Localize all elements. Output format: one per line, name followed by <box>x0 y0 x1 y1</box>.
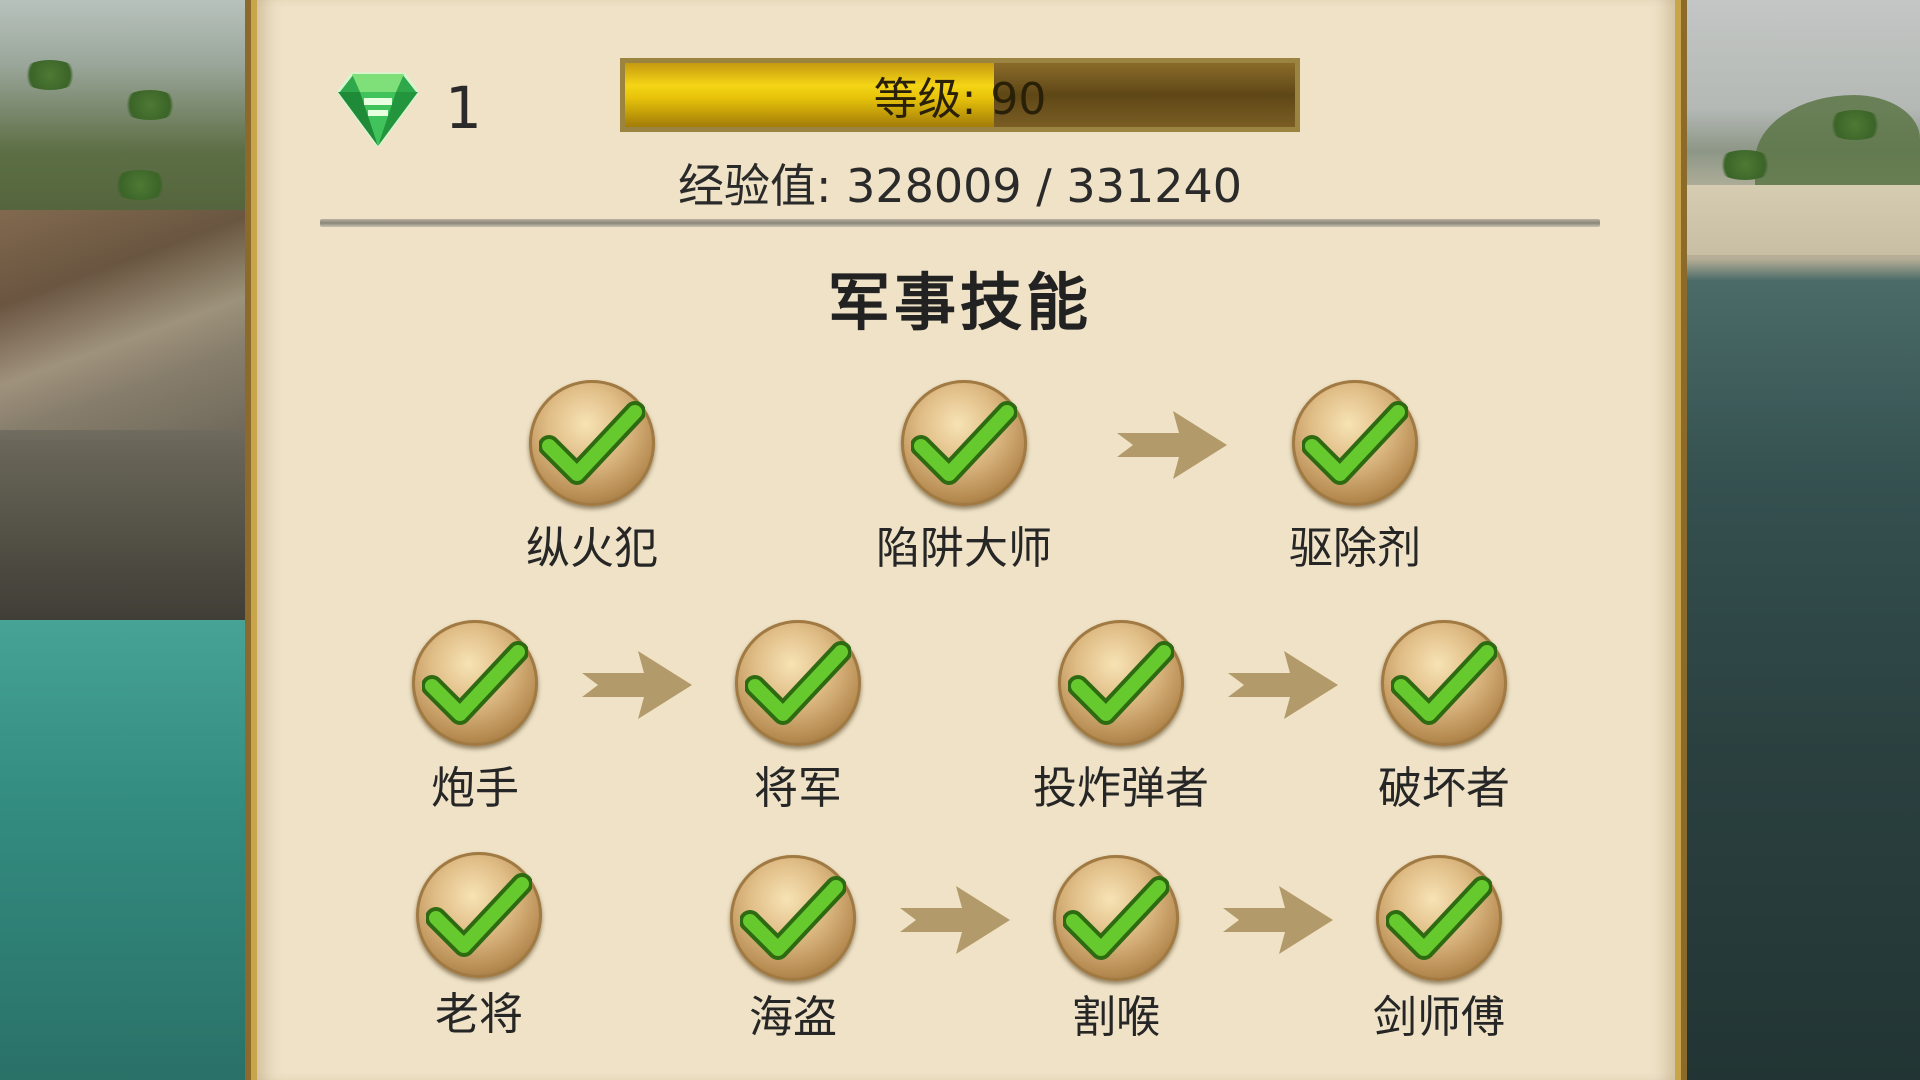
skill-label: 驱除剂 <box>1289 523 1421 574</box>
palm-tree <box>120 90 180 120</box>
level-label: 等级: 90 <box>873 74 1047 125</box>
skill-gunner[interactable]: 炮手 <box>385 620 565 820</box>
skill-general[interactable]: 将军 <box>708 620 888 820</box>
level-progress-bar: 等级: 90 <box>620 58 1300 132</box>
skill-veteran[interactable]: 老将 <box>389 852 569 1052</box>
skill-label: 剑师傅 <box>1373 992 1505 1043</box>
header-divider <box>320 219 1600 227</box>
skill-pirate[interactable]: 海盗 <box>703 855 883 1055</box>
background-water <box>0 620 250 1080</box>
experience-readout: 经验值: 328009 / 331240 <box>677 159 1243 213</box>
skill-badge <box>1381 620 1507 746</box>
skill-badge <box>412 620 538 746</box>
arrow-right-icon <box>1223 886 1333 954</box>
skill-label: 破坏者 <box>1378 763 1510 814</box>
game-screen: 1 等级: 90 经验值: 328009 / 331240 军事技能 纵火犯 陷… <box>0 0 1920 1080</box>
arrow-right-icon <box>582 651 692 719</box>
checkmark-icon <box>1386 876 1492 960</box>
checkmark-icon <box>539 401 645 485</box>
skill-arsonist[interactable]: 纵火犯 <box>502 380 682 580</box>
gem-count: 1 <box>445 74 482 142</box>
skill-badge <box>1058 620 1184 746</box>
palm-tree <box>1825 110 1885 140</box>
skill-label: 老将 <box>435 989 523 1040</box>
skill-badge <box>735 620 861 746</box>
skill-bomber[interactable]: 投炸弹者 <box>1031 620 1211 820</box>
checkmark-icon <box>1063 876 1169 960</box>
skill-label: 纵火犯 <box>526 523 658 574</box>
skill-repellent[interactable]: 驱除剂 <box>1265 380 1445 580</box>
skill-label: 海盗 <box>749 992 837 1043</box>
skill-trap-master[interactable]: 陷阱大师 <box>874 380 1054 580</box>
checkmark-icon <box>911 401 1017 485</box>
skill-label: 割喉 <box>1072 992 1160 1043</box>
skill-label: 炮手 <box>431 763 519 814</box>
checkmark-icon <box>1302 401 1408 485</box>
skill-cutthroat[interactable]: 割喉 <box>1026 855 1206 1055</box>
background-rocks <box>0 430 250 630</box>
checkmark-icon <box>426 873 532 957</box>
skill-badge <box>1376 855 1502 981</box>
arrow-right-icon <box>1117 411 1227 479</box>
skill-label: 投炸弹者 <box>1033 763 1209 814</box>
skill-badge <box>1053 855 1179 981</box>
arrow-right-icon <box>900 886 1010 954</box>
skill-label: 将军 <box>754 763 842 814</box>
checkmark-icon <box>1391 641 1497 725</box>
skill-badge <box>529 380 655 506</box>
skill-badge <box>730 855 856 981</box>
section-title: 军事技能 <box>827 266 1092 339</box>
skill-badge <box>901 380 1027 506</box>
arrow-right-icon <box>1228 651 1338 719</box>
checkmark-icon <box>745 641 851 725</box>
palm-tree <box>20 60 80 90</box>
gem-icon <box>336 70 420 149</box>
skill-swordmaster[interactable]: 剑师傅 <box>1349 855 1529 1055</box>
skill-destroyer[interactable]: 破坏者 <box>1354 620 1534 820</box>
checkmark-icon <box>422 641 528 725</box>
checkmark-icon <box>740 876 846 960</box>
checkmark-icon <box>1068 641 1174 725</box>
skill-badge <box>416 852 542 978</box>
skill-label: 陷阱大师 <box>876 523 1052 574</box>
skill-badge <box>1292 380 1418 506</box>
